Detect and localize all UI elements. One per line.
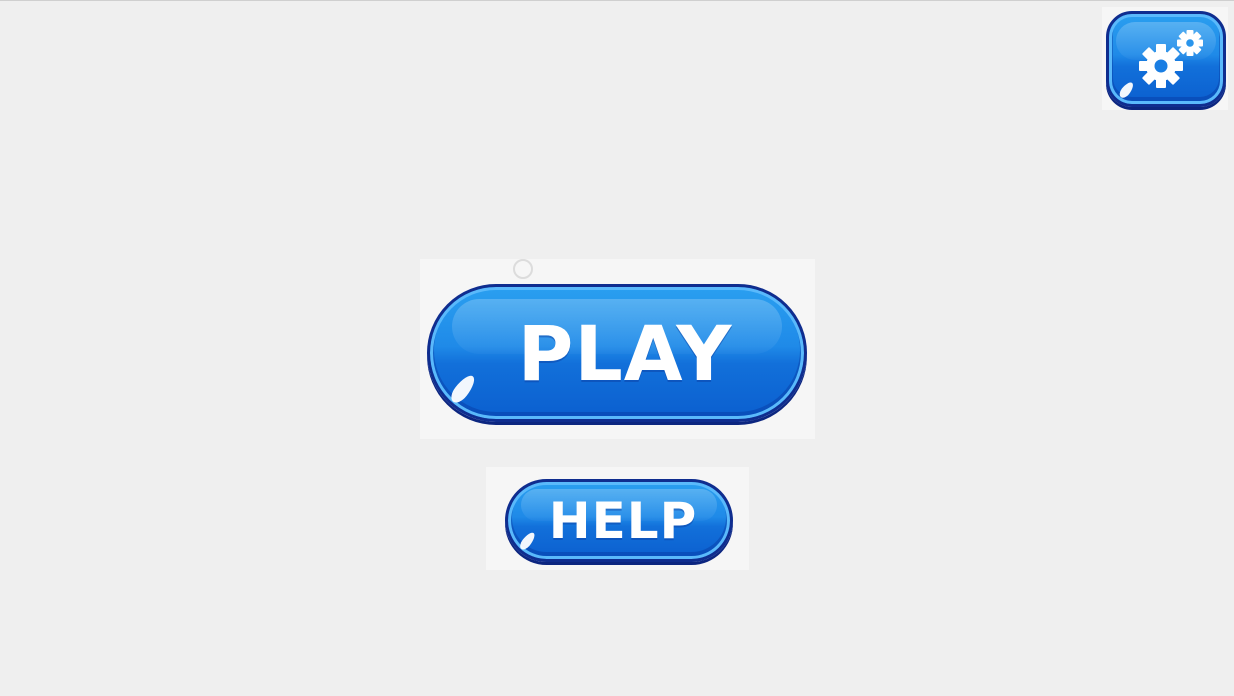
gear-icon bbox=[1137, 28, 1207, 90]
play-button[interactable]: PLAY bbox=[427, 284, 807, 422]
top-border bbox=[0, 0, 1234, 1]
faint-ring-decoration bbox=[513, 259, 533, 279]
help-button-label: HELP bbox=[548, 491, 698, 550]
button-shine bbox=[1117, 80, 1136, 100]
help-button[interactable]: HELP bbox=[505, 479, 733, 562]
play-button-label: PLAY bbox=[517, 308, 733, 398]
settings-button[interactable] bbox=[1106, 11, 1226, 107]
